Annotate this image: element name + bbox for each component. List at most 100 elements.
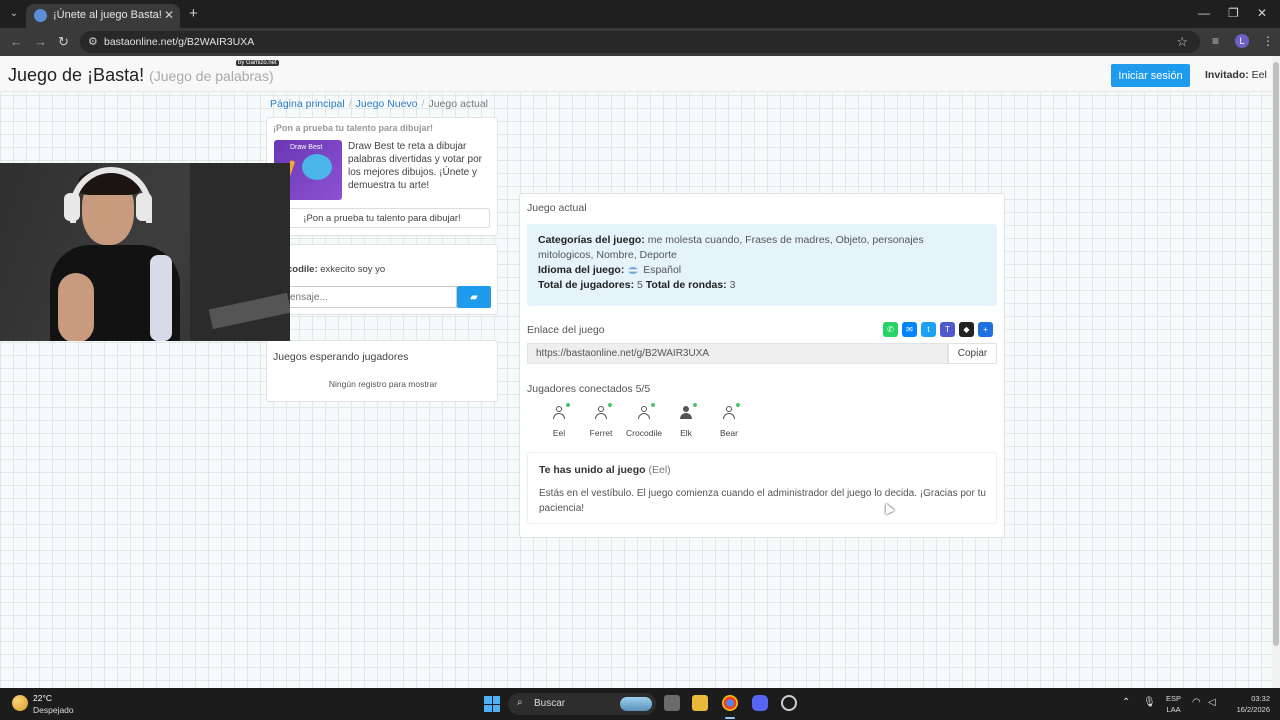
site-info-icon[interactable]: ⚙ bbox=[88, 35, 98, 48]
new-tab-icon[interactable]: + bbox=[189, 5, 198, 22]
tab-title: ¡Únete al juego Basta! bbox=[53, 9, 162, 21]
bookmark-star-icon[interactable]: ☆ bbox=[1176, 34, 1188, 50]
online-status-dot bbox=[608, 403, 612, 407]
active-app-indicator bbox=[725, 717, 735, 719]
file-explorer-icon[interactable] bbox=[692, 695, 708, 711]
teams-share-icon[interactable]: T bbox=[940, 322, 955, 337]
clock-date: 16/2/2026 bbox=[1236, 705, 1270, 714]
language-indicator[interactable]: ESP LAA bbox=[1166, 693, 1181, 715]
chat-send-button[interactable]: ▰ bbox=[457, 286, 491, 308]
microphone-icon[interactable]: 🎙 bbox=[1143, 697, 1156, 708]
player-card: Ferret bbox=[579, 403, 623, 438]
paint-splash-icon bbox=[302, 154, 332, 180]
promo-image-title: Draw Best bbox=[290, 144, 323, 151]
task-view-icon[interactable] bbox=[664, 695, 680, 711]
waiting-games-title: Juegos esperando jugadores bbox=[273, 351, 409, 363]
page-scrollbar[interactable] bbox=[1272, 56, 1280, 688]
add-share-icon[interactable]: + bbox=[978, 322, 993, 337]
player-name: Ferret bbox=[589, 428, 613, 438]
url-text[interactable]: bastaonline.net/g/B2WAIR3UXA bbox=[104, 36, 254, 48]
user-avatar-icon bbox=[722, 403, 740, 420]
discord-icon[interactable] bbox=[752, 695, 768, 711]
login-button[interactable]: Iniciar sesión bbox=[1111, 64, 1190, 87]
waiting-games-panel: Juegos esperando jugadores Ningún regist… bbox=[266, 340, 498, 402]
search-icon: ⌕ bbox=[517, 697, 523, 708]
taskbar-search[interactable]: ⌕ Buscar bbox=[508, 693, 656, 715]
language-code: ESP bbox=[1166, 694, 1182, 703]
current-game-panel: Juego actual Categorías del juego: me mo… bbox=[519, 193, 1005, 538]
game-link-input[interactable] bbox=[527, 343, 948, 364]
categories-line: Categorías del juego: me molesta cuando,… bbox=[538, 234, 924, 246]
online-status-dot bbox=[566, 403, 570, 407]
breadcrumb-separator: / bbox=[348, 98, 352, 110]
player-card: Elk bbox=[664, 403, 708, 438]
system-clock[interactable]: 03:32 16/2/2026 bbox=[1226, 693, 1270, 715]
taskbar-search-label: Buscar bbox=[534, 698, 566, 709]
promo-button[interactable]: ¡Pon a prueba tu talento para dibujar! bbox=[274, 208, 490, 228]
breadcrumb-new-game-link[interactable]: Juego Nuevo bbox=[356, 98, 418, 110]
game-link-label: Enlace del juego bbox=[527, 324, 605, 336]
player-name: Bear bbox=[720, 428, 738, 438]
player-card: Crocodile bbox=[622, 403, 666, 438]
media-controls-icon[interactable]: ≡ bbox=[1212, 34, 1219, 48]
copy-link-button[interactable]: Copiar bbox=[948, 343, 997, 364]
player-card: Bear bbox=[707, 403, 751, 438]
browser-menu-icon[interactable]: ⋮ bbox=[1262, 34, 1274, 48]
wifi-icon[interactable]: ◠ bbox=[1192, 697, 1201, 708]
search-highlight-image bbox=[620, 697, 652, 711]
player-card: Eel bbox=[537, 403, 581, 438]
players-connected-label: Jugadores conectados 5/5 bbox=[527, 383, 651, 395]
language-value: Español bbox=[643, 264, 682, 276]
tab-close-icon[interactable]: ✕ bbox=[164, 8, 174, 22]
language-label: Idioma del juego: bbox=[538, 264, 625, 276]
user-avatar-icon bbox=[679, 403, 697, 420]
volume-icon[interactable]: ◁ bbox=[1208, 697, 1216, 708]
messenger-share-icon[interactable]: ✉ bbox=[902, 322, 917, 337]
page-content: Juego de ¡Basta! (Juego de palabras) by … bbox=[0, 56, 1272, 688]
twitter-share-icon[interactable]: t bbox=[921, 322, 936, 337]
guest-name: Eel bbox=[1251, 69, 1267, 81]
categories-label: Categorías del juego: bbox=[538, 234, 645, 246]
maximize-icon[interactable]: ❐ bbox=[1228, 6, 1239, 20]
snapchat-share-icon[interactable]: ◆ bbox=[959, 322, 974, 337]
categories-value: me molesta cuando, Frases de madres, Obj… bbox=[647, 234, 924, 246]
site-brand[interactable]: Juego de ¡Basta! (Juego de palabras) bbox=[8, 65, 274, 86]
players-total-value: 5 bbox=[637, 279, 643, 291]
user-avatar-icon bbox=[594, 403, 612, 420]
browser-tab[interactable]: ¡Únete al juego Basta! ✕ bbox=[26, 4, 180, 28]
start-button[interactable] bbox=[484, 696, 500, 712]
joined-message: Estás en el vestíbulo. El juego comienza… bbox=[539, 488, 986, 514]
online-status-dot bbox=[736, 403, 740, 407]
breadcrumb-home-link[interactable]: Página principal bbox=[270, 98, 345, 110]
online-status-dot bbox=[651, 403, 655, 407]
rounds-value: 3 bbox=[729, 279, 736, 291]
language-line: Idioma del juego: Español bbox=[538, 264, 681, 276]
totals-line: Total de jugadores: 5 Total de rondas: 3 bbox=[538, 279, 735, 291]
scrollbar-thumb[interactable] bbox=[1273, 62, 1279, 646]
close-window-icon[interactable]: ✕ bbox=[1257, 6, 1267, 20]
promo-panel: ¡Pon a prueba tu talento para dibujar! D… bbox=[266, 117, 498, 236]
reload-icon[interactable]: ↻ bbox=[58, 34, 69, 50]
forward-icon[interactable]: → bbox=[34, 34, 47, 49]
minimize-icon[interactable]: — bbox=[1198, 6, 1210, 20]
obs-icon[interactable] bbox=[781, 695, 797, 711]
game-info-box: Categorías del juego: me molesta cuando,… bbox=[527, 224, 997, 306]
weather-description[interactable]: Despejado bbox=[33, 705, 74, 715]
chat-bubble-icon: ▰ bbox=[470, 291, 478, 303]
tray-overflow-icon[interactable]: ⌃ bbox=[1122, 697, 1130, 708]
gamizo-badge[interactable]: by Gamizo.net bbox=[236, 60, 279, 66]
tab-search-icon[interactable]: ⌄ bbox=[6, 6, 22, 22]
chat-panel: codile: exkecito soy yo ▰ bbox=[266, 244, 498, 315]
weather-temperature[interactable]: 22°C bbox=[33, 693, 52, 703]
chrome-icon[interactable] bbox=[722, 695, 738, 711]
weather-icon[interactable] bbox=[12, 695, 28, 711]
back-icon[interactable]: ← bbox=[10, 34, 23, 49]
whatsapp-share-icon[interactable]: ✆ bbox=[883, 322, 898, 337]
profile-avatar[interactable]: L bbox=[1235, 34, 1249, 48]
brand-title: Juego de ¡Basta! bbox=[8, 65, 145, 85]
address-bar[interactable]: ⚙ bastaonline.net/g/B2WAIR3UXA ☆ bbox=[80, 31, 1200, 53]
joined-user: (Eel) bbox=[648, 464, 671, 476]
player-name: Crocodile bbox=[626, 428, 662, 438]
chat-input[interactable] bbox=[267, 286, 457, 308]
breadcrumb-current: Juego actual bbox=[428, 98, 488, 110]
